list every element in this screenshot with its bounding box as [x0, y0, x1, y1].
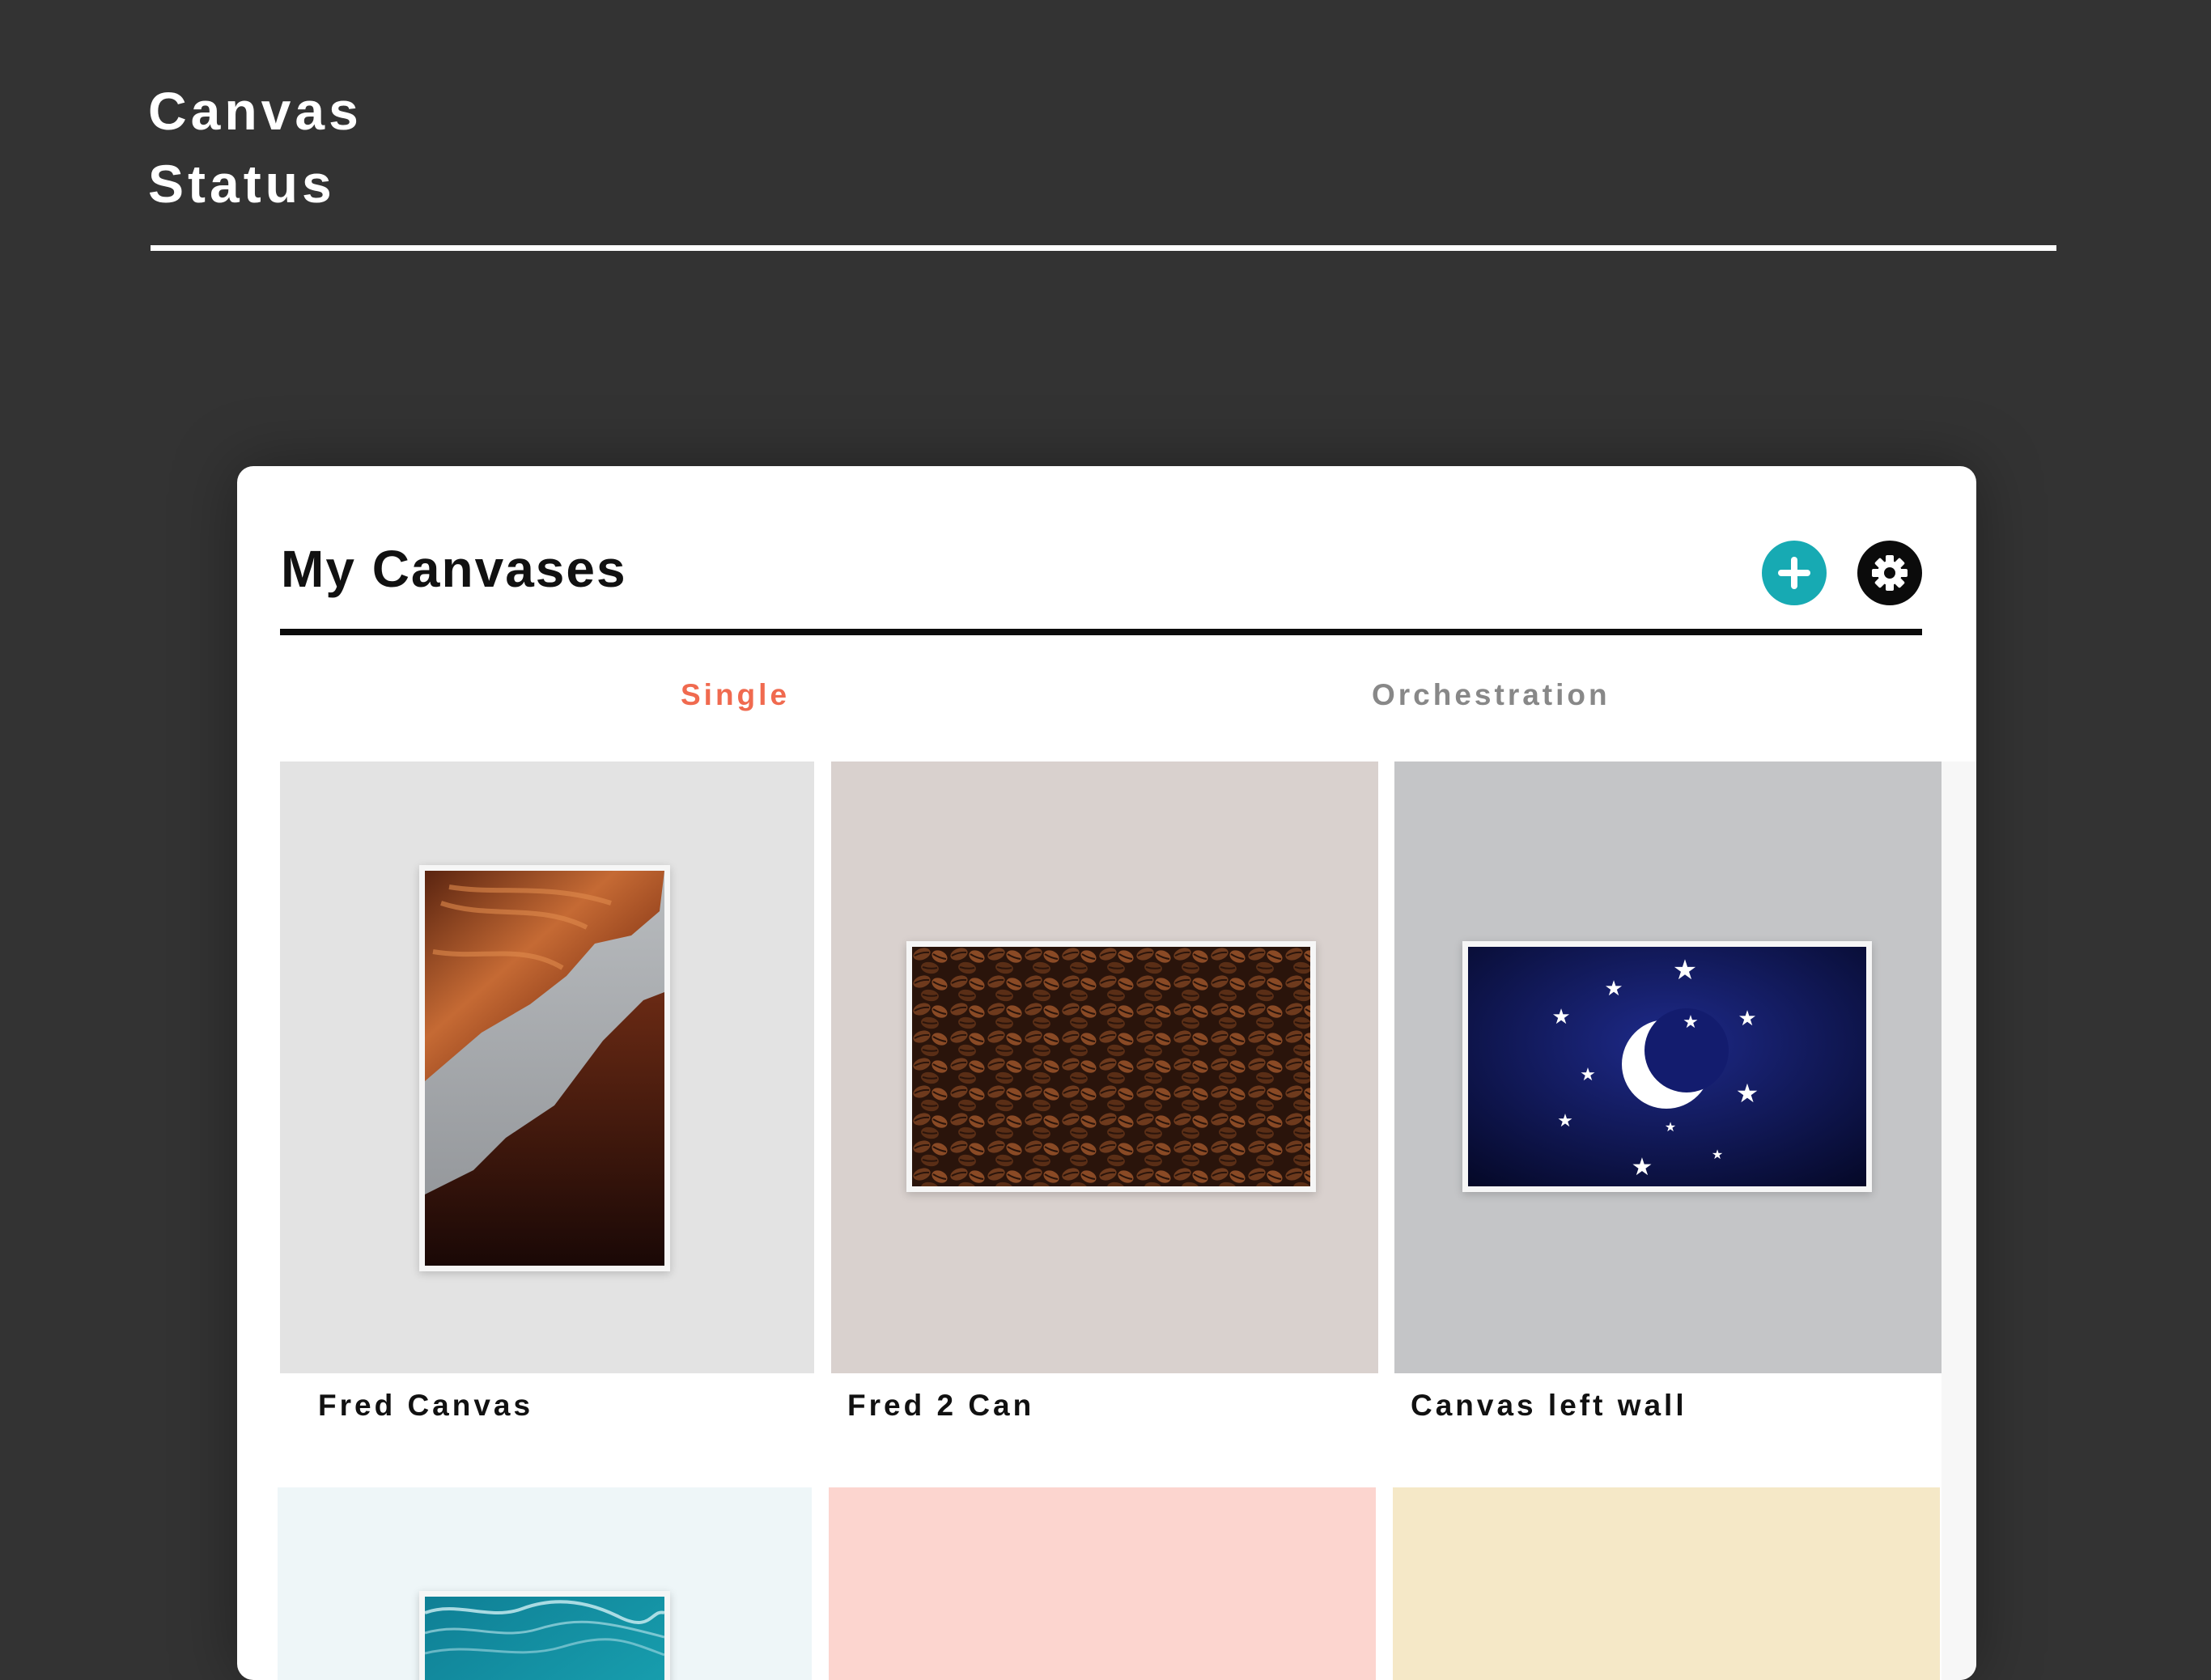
- tab-single[interactable]: Single: [681, 678, 790, 712]
- canvas-frame: ★ ★ ★ ★ ★ ★ ★ ★ ★ ★ ★: [1462, 941, 1872, 1192]
- svg-text:★: ★: [1712, 1147, 1723, 1162]
- canvas-card[interactable]: [278, 1487, 812, 1680]
- canvas-thumbnail: [1393, 1487, 1940, 1680]
- ocean-waves-photo: [425, 1597, 664, 1680]
- settings-button[interactable]: [1857, 541, 1922, 605]
- canvas-card[interactable]: Fred 2 Can: [831, 762, 1378, 1457]
- svg-text:★: ★: [1551, 1005, 1570, 1029]
- canvas-frame: [419, 1591, 670, 1680]
- svg-text:★: ★: [1580, 1065, 1596, 1085]
- tab-orchestration[interactable]: Orchestration: [1372, 678, 1611, 712]
- canvas-thumbnail: [280, 762, 814, 1373]
- gear-icon: [1872, 555, 1908, 591]
- page-title: Canvas Status: [148, 74, 363, 220]
- canvas-name: Canvas left wall: [1411, 1389, 1687, 1422]
- svg-text:★: ★: [1673, 954, 1697, 986]
- svg-text:★: ★: [1736, 1078, 1759, 1109]
- title-divider: [151, 245, 2056, 251]
- canvas-card[interactable]: Fred Canvas: [280, 762, 814, 1457]
- canvas-thumbnail: [831, 762, 1378, 1373]
- svg-text:★: ★: [1683, 1012, 1699, 1033]
- my-canvases-panel: My Canvases Single Orchestration Fred Ca…: [237, 466, 1976, 1680]
- panel-title: My Canvases: [281, 540, 627, 598]
- canvas-card[interactable]: ★ ★ ★ ★ ★ ★ ★ ★ ★ ★ ★ Canvas left wall: [1394, 762, 1942, 1457]
- panel-divider: [280, 629, 1922, 635]
- canvas-thumbnail: [829, 1487, 1376, 1680]
- canvas-frame: [906, 941, 1316, 1192]
- canvas-name: Fred Canvas: [318, 1389, 534, 1422]
- svg-text:★: ★: [1557, 1111, 1573, 1131]
- coffee-beans-photo: [912, 947, 1310, 1186]
- canvas-name: Fred 2 Can: [847, 1389, 1035, 1422]
- page-title-line-2: Status: [148, 154, 336, 214]
- svg-text:★: ★: [1665, 1119, 1676, 1135]
- page-title-line-1: Canvas: [148, 81, 363, 141]
- night-sky-moon-stars: ★ ★ ★ ★ ★ ★ ★ ★ ★ ★ ★: [1468, 947, 1866, 1186]
- next-card-edge: [1942, 762, 1976, 1680]
- svg-text:★: ★: [1604, 977, 1623, 1001]
- antelope-canyon-photo: [425, 871, 664, 1266]
- svg-text:★: ★: [1632, 1153, 1653, 1182]
- svg-text:★: ★: [1738, 1007, 1756, 1031]
- add-canvas-button[interactable]: [1762, 541, 1827, 605]
- canvas-card[interactable]: [829, 1487, 1376, 1680]
- canvas-thumbnail: [278, 1487, 812, 1680]
- canvas-thumbnail: ★ ★ ★ ★ ★ ★ ★ ★ ★ ★ ★: [1394, 762, 1942, 1373]
- canvas-frame: [419, 865, 670, 1271]
- plus-icon: [1778, 557, 1810, 589]
- canvas-card[interactable]: [1393, 1487, 1940, 1680]
